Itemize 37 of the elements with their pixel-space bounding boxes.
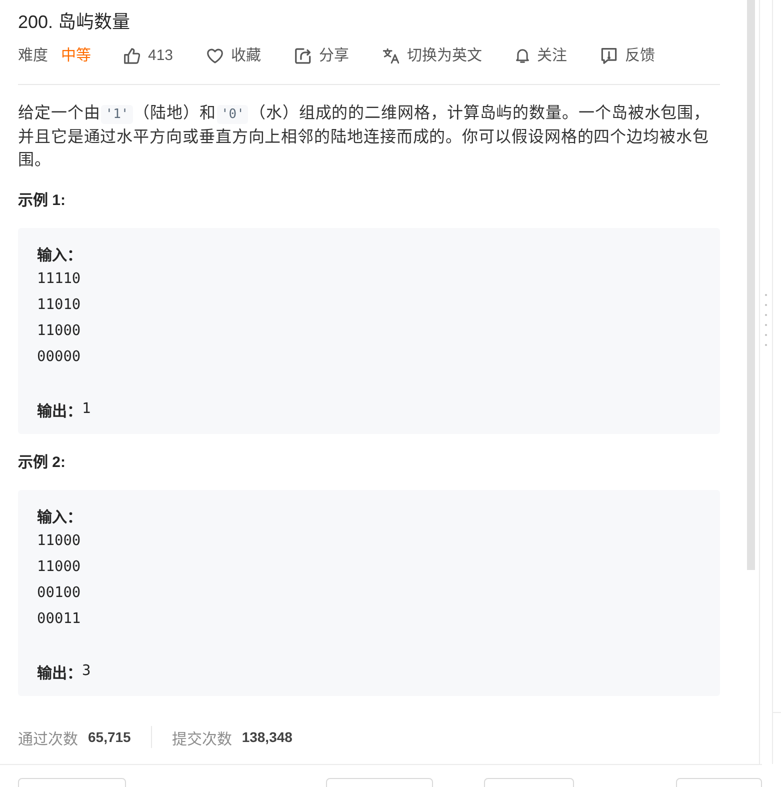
code-line: 11000 xyxy=(37,559,81,575)
code-line: 00000 xyxy=(37,349,81,365)
follow-button[interactable]: 关注 xyxy=(516,46,568,66)
share-button[interactable]: 分享 xyxy=(295,46,350,66)
output-value: 1 xyxy=(82,401,91,417)
heart-icon xyxy=(207,48,224,64)
output-label: 输出： xyxy=(37,664,82,682)
stat-label: 通过次数 xyxy=(18,730,78,748)
problem-description: 给定一个由 '1' （陆地）和 '0' （水）组成的的二维网格，计算岛屿的数量。一个岛被水包围，并且它是通过水平方向或垂直方向上相邻的陆地连接而成的。你可以假设网格的四个边均被水包围。 xyxy=(18,103,712,171)
example-heading: 示例 2: xyxy=(18,453,67,473)
code-line: 11000 xyxy=(37,323,81,339)
scrollbar-thumb[interactable] xyxy=(747,0,755,570)
message-alert-icon xyxy=(601,48,618,64)
stat-value: 65,715 xyxy=(88,729,131,745)
output-label: 输出： xyxy=(37,402,82,420)
stat-label: 提交次数 xyxy=(172,730,232,748)
code-line: 00011 xyxy=(37,611,81,627)
like-button[interactable]: 413 xyxy=(124,46,174,66)
share-icon xyxy=(295,48,312,64)
output-value: 3 xyxy=(82,663,91,679)
translate-icon xyxy=(383,48,400,64)
code-line: 00100 xyxy=(37,585,81,601)
code-line: 11110 xyxy=(37,271,81,287)
bell-icon xyxy=(516,49,530,63)
input-label: 输入： xyxy=(37,508,82,526)
stat-value: 138,348 xyxy=(242,729,292,745)
thumbs-up-icon xyxy=(124,48,140,64)
code-line: 11010 xyxy=(37,297,81,313)
favorite-button[interactable]: 收藏 xyxy=(207,46,262,66)
translate-button[interactable]: 切换为英文 xyxy=(383,46,482,66)
example-heading: 示例 1: xyxy=(18,191,67,211)
difficulty-label: 难度 xyxy=(18,46,48,66)
problem-title: 200. 岛屿数量 xyxy=(18,11,132,34)
input-label: 输入： xyxy=(37,246,82,264)
feedback-button[interactable]: 反馈 xyxy=(601,46,656,66)
code-line: 11000 xyxy=(37,533,81,549)
difficulty-value: 中等 xyxy=(61,46,91,66)
